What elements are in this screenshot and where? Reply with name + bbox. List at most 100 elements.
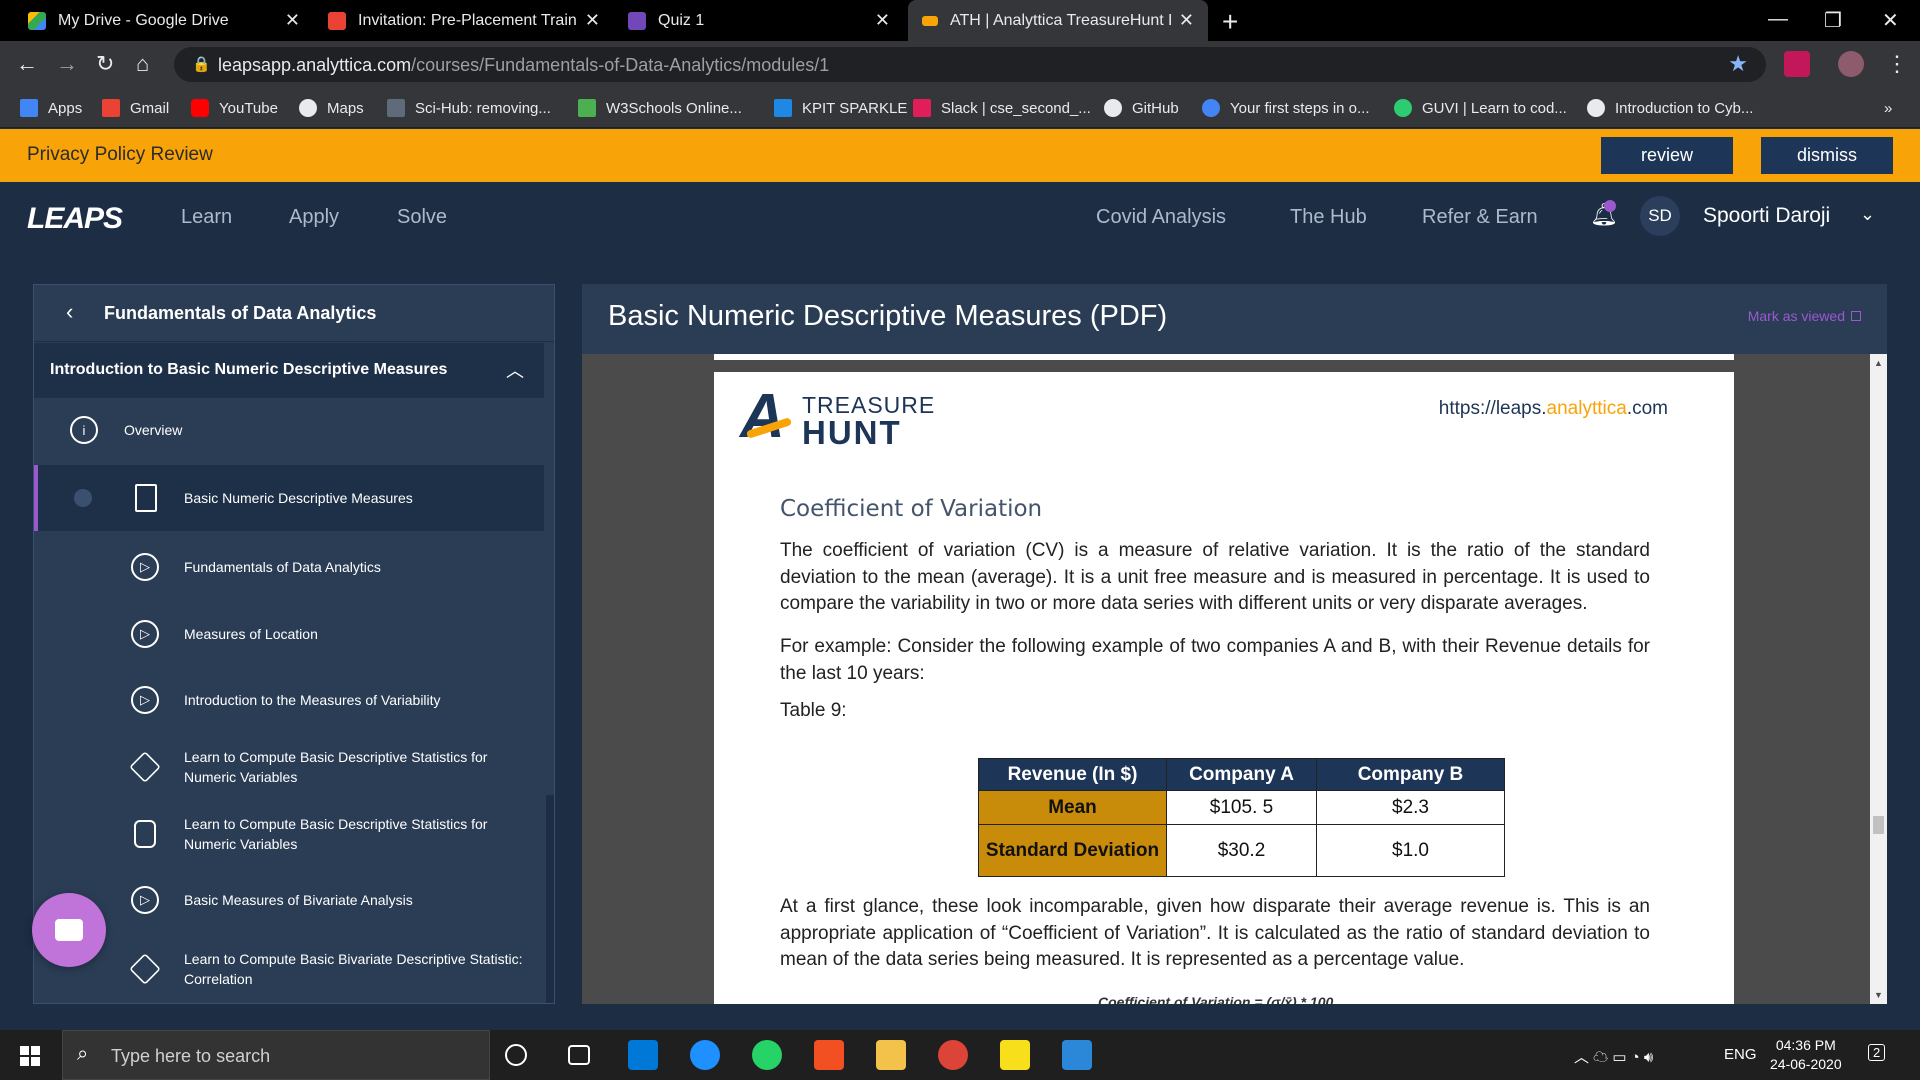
sticky-notes-icon[interactable] [1000, 1040, 1030, 1070]
home-icon[interactable]: ⌂ [136, 51, 149, 77]
reload-icon[interactable]: ↻ [96, 51, 114, 77]
w3schools-icon [578, 99, 596, 117]
bookmark-apps[interactable]: Apps [20, 88, 82, 128]
scroll-up-icon[interactable]: ▲ [1874, 358, 1883, 368]
bookmark-youtube[interactable]: YouTube [191, 88, 278, 128]
close-icon[interactable]: ✕ [875, 10, 890, 31]
sidebar-item-variability[interactable]: ▷ Introduction to the Measures of Variab… [34, 668, 544, 732]
dismiss-button[interactable]: dismiss [1761, 137, 1893, 174]
scroll-thumb[interactable] [1873, 816, 1884, 834]
bookmark-github[interactable]: GitHub [1104, 88, 1179, 128]
language-indicator[interactable]: ENG [1724, 1046, 1757, 1063]
photos-icon[interactable] [1062, 1040, 1092, 1070]
bookmark-guvi[interactable]: GUVI | Learn to cod... [1394, 88, 1567, 128]
close-icon[interactable]: ✕ [1179, 10, 1194, 31]
review-button[interactable]: review [1601, 137, 1733, 174]
windows-start-icon[interactable] [20, 1046, 40, 1066]
bookmark-kpit[interactable]: KPIT SPARKLE [774, 88, 907, 128]
edge-icon[interactable] [690, 1040, 720, 1070]
forward-icon[interactable]: → [56, 51, 78, 77]
bookmark-label: KPIT SPARKLE [802, 99, 908, 117]
bookmark-first-steps[interactable]: Your first steps in o... [1202, 88, 1370, 128]
minimize-icon[interactable]: — [1768, 8, 1788, 31]
new-tab-icon[interactable]: + [1222, 6, 1238, 38]
table-cell: $30.2 [1166, 824, 1317, 877]
sidebar-item-basic-numeric[interactable]: Basic Numeric Descriptive Measures [34, 465, 544, 531]
nav-apply[interactable]: Apply [289, 206, 339, 229]
avatar[interactable]: SD [1640, 196, 1680, 236]
tab-quiz[interactable]: Quiz 1 ✕ [614, 0, 904, 41]
mail-icon[interactable] [628, 1040, 658, 1070]
privacy-notification-bar: Privacy Policy Review review dismiss [0, 129, 1920, 182]
file-explorer-icon[interactable] [876, 1040, 906, 1070]
bookmark-gmail[interactable]: Gmail [102, 88, 169, 128]
browser-toolbar: ← → ↻ ⌂ 🔒 leapsapp.analyttica.com/course… [0, 41, 1920, 88]
bookmark-slack[interactable]: Slack | cse_second_... [913, 88, 1091, 128]
nav-refer-earn[interactable]: Refer & Earn [1422, 206, 1538, 229]
bookmark-cyber[interactable]: Introduction to Cyb... [1587, 88, 1753, 128]
sidebar-item-correlation[interactable]: Learn to Compute Basic Bivariate Descrip… [34, 935, 544, 1003]
tab-ath[interactable]: ATH | Analyttica TreasureHunt Le ✕ [908, 0, 1208, 41]
cortana-icon[interactable] [505, 1044, 527, 1066]
sidebar-item-overview[interactable]: i Overview [34, 399, 544, 461]
sidebar-item-fundamentals[interactable]: ▷ Fundamentals of Data Analytics [34, 535, 544, 599]
sidebar-scrollbar[interactable] [546, 795, 554, 1003]
sidebar-item-measures-location[interactable]: ▷ Measures of Location [34, 602, 544, 666]
paragraph-explanation: At a first glance, these look incomparab… [780, 896, 1650, 970]
nav-the-hub[interactable]: The Hub [1290, 206, 1367, 229]
menu-kebab-icon[interactable]: ⋮ [1886, 51, 1908, 77]
mark-as-viewed-button[interactable]: Mark as viewed [1748, 308, 1861, 324]
pdf-scrollbar[interactable]: ▲ ▼ [1870, 354, 1887, 1004]
chat-button[interactable] [32, 893, 106, 967]
action-center-icon[interactable]: 2 [1868, 1044, 1886, 1061]
overflow-chevron-icon: » [1884, 99, 1893, 117]
clock[interactable]: 04:36 PM 24-06-2020 [1770, 1036, 1842, 1074]
sidebar-item-bivariate[interactable]: ▷ Basic Measures of Bivariate Analysis [34, 868, 544, 932]
tab-google-drive[interactable]: My Drive - Google Drive ✕ [14, 0, 314, 41]
sidebar-item-compute-stats-1[interactable]: Learn to Compute Basic Descriptive Stati… [34, 734, 544, 800]
site-header: LEAPS Learn Apply Solve Covid Analysis T… [0, 182, 1920, 252]
chevron-down-icon[interactable]: ⌄ [1860, 204, 1875, 225]
user-name[interactable]: Spoorti Daroji [1703, 204, 1830, 228]
restore-icon[interactable]: ❐ [1824, 8, 1842, 33]
nav-covid-analysis[interactable]: Covid Analysis [1096, 206, 1226, 229]
taskbar-search[interactable]: ⌕ Type here to search [62, 1030, 490, 1080]
cube-icon [129, 953, 161, 985]
system-tray-icons[interactable]: ︿ ☁ ▭ ◔ 🔊︎ [1574, 1046, 1653, 1067]
url-host: leapsapp.analyttica.com [218, 55, 412, 75]
sidebar-item-compute-stats-2[interactable]: Learn to Compute Basic Descriptive Stati… [34, 801, 544, 867]
github-icon [1104, 99, 1122, 117]
chevron-up-icon[interactable]: ︿ [506, 357, 524, 383]
address-bar[interactable]: 🔒 leapsapp.analyttica.com/courses/Fundam… [174, 47, 1766, 82]
leaps-logo[interactable]: LEAPS [27, 202, 123, 236]
module-section-header[interactable]: Introduction to Basic Numeric Descriptiv… [34, 343, 544, 398]
nav-learn[interactable]: Learn [181, 206, 232, 229]
store-icon[interactable] [814, 1040, 844, 1070]
task-view-icon[interactable] [568, 1045, 590, 1065]
nav-solve[interactable]: Solve [397, 206, 447, 229]
bookmark-star-icon[interactable]: ★ [1728, 51, 1748, 77]
bookmarks-overflow[interactable]: » [1884, 88, 1892, 128]
tab-invitation[interactable]: Invitation: Pre-Placement Trainin ✕ [314, 0, 614, 41]
extension-icon[interactable] [1784, 51, 1810, 77]
bookmark-label: GUVI | Learn to cod... [1422, 99, 1567, 117]
pdf-viewer[interactable]: A TREASURE HUNT https://leaps.analyttica… [582, 354, 1870, 1004]
bookmark-w3schools[interactable]: W3Schools Online... [578, 88, 742, 128]
bookmark-scihub[interactable]: Sci-Hub: removing... [387, 88, 551, 128]
close-icon[interactable]: ✕ [585, 10, 600, 31]
profile-avatar[interactable] [1838, 51, 1864, 77]
back-icon[interactable]: ← [16, 51, 38, 77]
whatsapp-icon[interactable] [752, 1040, 782, 1070]
bookmark-maps[interactable]: Maps [299, 88, 364, 128]
close-icon[interactable]: ✕ [285, 10, 300, 31]
gmail-icon [328, 11, 346, 30]
chrome-icon[interactable] [938, 1040, 968, 1070]
browser-tab-strip: My Drive - Google Drive ✕ Invitation: Pr… [0, 0, 1920, 41]
youtube-icon [191, 99, 209, 117]
table-cell: $1.0 [1316, 824, 1505, 877]
section-heading: Coefficient of Variation [780, 496, 1043, 522]
scroll-down-icon[interactable]: ▼ [1874, 990, 1883, 1000]
window-close-icon[interactable]: ✕ [1882, 8, 1899, 33]
chevron-left-icon[interactable]: ‹ [66, 299, 73, 325]
pdf-page: A TREASURE HUNT https://leaps.analyttica… [714, 372, 1734, 1004]
